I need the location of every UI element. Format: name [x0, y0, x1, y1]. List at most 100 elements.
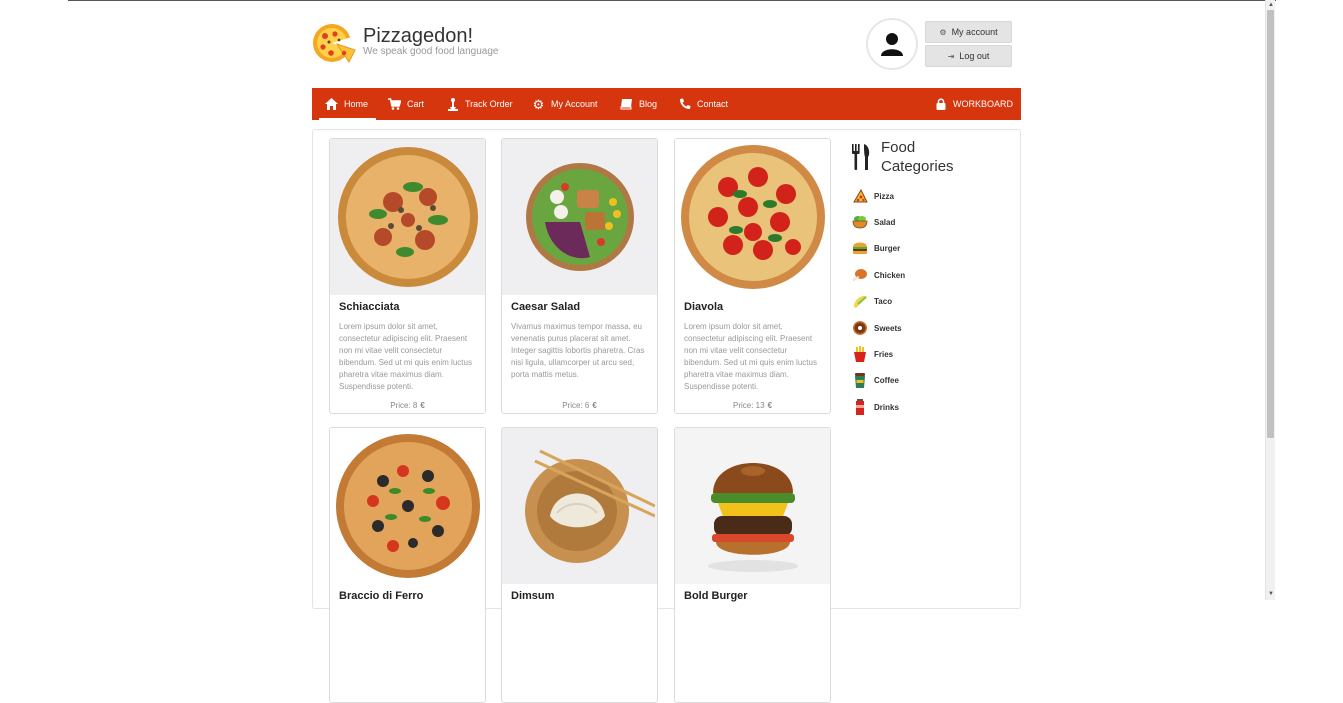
lock-icon [934, 98, 947, 111]
pizza-image-icon [335, 434, 480, 578]
nav-label: Track Order [465, 99, 513, 109]
category-item-chicken[interactable]: Chicken [852, 267, 905, 283]
category-item-pizza[interactable]: Pizza [852, 188, 894, 204]
main-nav: Home Cart Track Order ⚙ My Account Blog … [312, 88, 1021, 120]
product-name[interactable]: Bold Burger [684, 590, 748, 602]
dimsum-image-icon [524, 449, 655, 563]
category-item-sweets[interactable]: Sweets [852, 320, 902, 336]
product-name[interactable]: Schiacciata [339, 301, 400, 313]
nav-label: My Account [551, 99, 598, 109]
product-card[interactable]: Caesar Salad Vivamus maximus tempor mass… [501, 138, 658, 414]
product-image[interactable] [502, 428, 657, 584]
scroll-down-arrow-icon[interactable]: ▼ [1267, 590, 1275, 598]
my-account-label: My account [951, 27, 998, 37]
my-account-button[interactable]: ⚙ My account [925, 21, 1012, 43]
pizza-icon [852, 188, 868, 204]
logout-icon: ⇥ [947, 51, 955, 61]
product-price: Price: 13 € [675, 401, 830, 410]
price-value: Price: 8 [390, 401, 418, 410]
gear-icon: ⚙ [532, 96, 545, 112]
nav-item-track-order[interactable]: Track Order [446, 88, 513, 120]
category-label: Salad [874, 217, 896, 227]
home-icon [325, 98, 338, 111]
coffee-icon [852, 372, 868, 388]
product-card[interactable]: Dimsum [501, 427, 658, 703]
pizza-image-icon [680, 145, 825, 289]
category-item-coffee[interactable]: Coffee [852, 372, 899, 388]
product-name[interactable]: Diavola [684, 301, 723, 313]
category-label: Drinks [874, 402, 899, 412]
user-icon [881, 33, 903, 56]
nav-item-my-account[interactable]: ⚙ My Account [532, 88, 598, 120]
scrollbar-thumb[interactable] [1267, 10, 1274, 438]
category-item-burger[interactable]: Burger [852, 240, 900, 256]
product-image[interactable] [675, 139, 830, 295]
pizza-image-icon [337, 147, 478, 287]
brand-tagline: We speak good food language [363, 46, 499, 57]
category-item-drinks[interactable]: Drinks [852, 399, 899, 415]
burger-image-icon [707, 463, 798, 572]
product-image[interactable] [330, 428, 485, 584]
product-card[interactable]: Braccio di Ferro [329, 427, 486, 703]
categories-title: Food Categories [881, 138, 991, 176]
product-card[interactable]: Diavola Lorem ipsum dolor sit amet, cons… [674, 138, 831, 414]
avatar[interactable] [866, 18, 918, 70]
top-border [68, 0, 1276, 1]
fork-knife-icon [852, 144, 870, 170]
product-card[interactable]: Schiacciata Lorem ipsum dolor sit amet, … [329, 138, 486, 414]
category-label: Sweets [874, 323, 902, 333]
category-item-salad[interactable]: Salad [852, 214, 895, 230]
product-image[interactable] [502, 139, 657, 295]
currency-symbol: € [592, 401, 597, 410]
log-out-button[interactable]: ⇥ Log out [925, 45, 1012, 67]
product-image[interactable] [330, 139, 485, 295]
categories-title-line1: Food [881, 139, 916, 156]
product-image[interactable] [675, 428, 830, 584]
categories-title-line2: Categories [881, 158, 954, 175]
price-value: Price: 6 [562, 401, 590, 410]
cart-icon [388, 98, 401, 111]
product-price: Price: 6 € [502, 401, 657, 410]
product-card[interactable]: Bold Burger [674, 427, 831, 703]
product-description: Lorem ipsum dolor sit amet, consectetur … [684, 322, 817, 391]
pizza-logo-icon[interactable] [311, 20, 357, 66]
taco-icon [852, 293, 868, 309]
category-item-taco[interactable]: Taco [852, 293, 892, 309]
scroll-up-arrow-icon[interactable]: ▲ [1267, 1, 1275, 9]
category-label: Taco [874, 296, 893, 306]
fries-icon [852, 346, 868, 362]
salad-image-icon [525, 163, 634, 271]
chicken-icon [852, 267, 868, 283]
log-out-label: Log out [959, 51, 990, 61]
scrollbar[interactable]: ▲ ▼ [1265, 0, 1275, 600]
product-name[interactable]: Caesar Salad [511, 301, 580, 313]
phone-icon [678, 98, 691, 111]
nav-label: Contact [697, 99, 729, 109]
nav-item-blog[interactable]: Blog [620, 88, 657, 120]
category-label: Burger [874, 243, 901, 253]
workboard-label: WORKBOARD [953, 99, 1014, 109]
track-order-icon [446, 97, 459, 111]
product-name[interactable]: Dimsum [511, 590, 554, 602]
currency-symbol: € [767, 401, 773, 410]
salad-icon [852, 214, 868, 230]
nav-item-contact[interactable]: Contact [678, 88, 728, 120]
product-description: Vivamus maximus tempor massa, eu venenat… [511, 322, 645, 379]
workboard-link[interactable]: WORKBOARD [934, 88, 1013, 120]
book-icon [620, 98, 633, 111]
product-description: Lorem ipsum dolor sit amet, consectetur … [339, 322, 472, 391]
brand-name[interactable]: Pizzagedon! [363, 25, 473, 48]
burger-icon [852, 240, 868, 256]
category-label: Coffee [874, 375, 899, 385]
category-label: Pizza [874, 191, 895, 201]
price-value: Price: 13 [732, 401, 765, 410]
product-name[interactable]: Braccio di Ferro [339, 590, 423, 602]
nav-item-home[interactable]: Home [318, 88, 377, 120]
donut-icon [852, 320, 868, 336]
drink-icon [852, 399, 868, 415]
nav-item-cart[interactable]: Cart [388, 88, 424, 120]
nav-label: Cart [407, 99, 425, 109]
currency-symbol: € [420, 401, 425, 410]
category-label: Chicken [874, 270, 906, 280]
category-item-fries[interactable]: Fries [852, 346, 893, 362]
